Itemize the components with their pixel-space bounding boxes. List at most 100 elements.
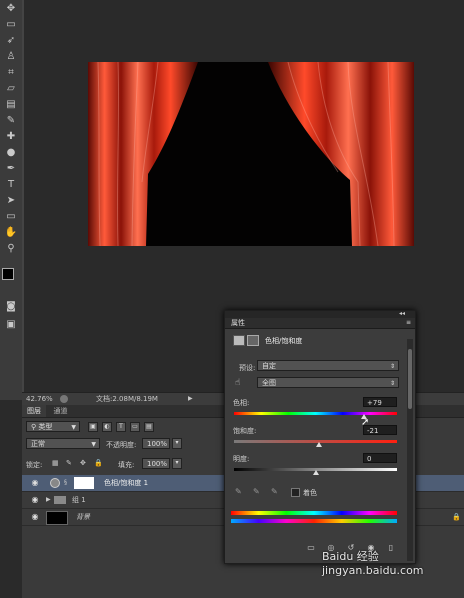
blend-mode-select[interactable]: 正常 ▼ (26, 438, 100, 449)
target-adjust-hand-icon[interactable]: ☝ (235, 378, 240, 388)
marquee-tool-icon[interactable]: ▭ (2, 18, 20, 31)
hand-tool-icon[interactable]: ✋ (2, 226, 20, 239)
opacity-input[interactable]: 100% (142, 438, 170, 449)
filter-pixel-icon[interactable]: ▣ (88, 422, 98, 432)
foreground-color-swatch[interactable] (2, 268, 14, 280)
fill-label: 填充: (118, 461, 135, 469)
crop-tool-icon[interactable]: ⌗ (2, 66, 20, 79)
folder-icon (54, 496, 66, 504)
lock-position-icon[interactable]: ✥ (80, 459, 86, 467)
lock-label: 锁定: (26, 461, 43, 469)
eyedropper-plus-icon[interactable]: ✎ (253, 487, 260, 496)
filter-smart-icon[interactable]: ▤ (144, 422, 154, 432)
opacity-value: 100% (147, 440, 168, 448)
clip-to-layer-icon[interactable]: ▭ (305, 543, 317, 553)
fill-value: 100% (147, 460, 168, 468)
eraser-tool-icon[interactable]: ▱ (2, 82, 20, 95)
ruler (22, 0, 24, 400)
kind-filter-label: 类型 (38, 423, 53, 431)
lock-paint-icon[interactable]: ✎ (66, 459, 72, 467)
panel-menu-icon[interactable]: ≡ (406, 318, 411, 328)
lightness-label: 明度: (233, 455, 250, 463)
saturation-input[interactable]: -21 (363, 425, 397, 435)
properties-title: 属性 (231, 319, 245, 327)
layer-mask-thumbnail[interactable] (74, 477, 94, 489)
colorize-label: 着色 (303, 489, 317, 497)
watermark: Baidu 经验 jingyan.baidu.com (322, 550, 424, 577)
visibility-eye-icon[interactable]: ◉ (30, 509, 40, 525)
output-spectrum-bar (231, 519, 397, 523)
lock-transparent-icon[interactable]: ▦ (52, 459, 59, 467)
dodge-tool-icon[interactable]: ● (2, 146, 20, 159)
tab-channels[interactable]: 通道 (49, 405, 73, 417)
chevron-updown-icon: ⇕ (389, 363, 395, 370)
saturation-label: 饱和度: (233, 427, 257, 435)
zoom-tool-icon[interactable]: ⚲ (2, 242, 20, 255)
eyedropper-icon[interactable]: ✎ (235, 487, 242, 496)
eyedropper-minus-icon[interactable]: ✎ (271, 487, 278, 496)
preset-value: 自定 (262, 362, 276, 370)
brush-tool-icon[interactable]: ✎ (2, 114, 20, 127)
filter-type-icon[interactable]: T (116, 422, 126, 432)
visibility-eye-icon[interactable]: ◉ (30, 475, 40, 491)
lock-all-icon[interactable]: 🔒 (94, 459, 103, 467)
hue-input[interactable]: +79 (363, 397, 397, 407)
hue-label: 色相: (233, 399, 250, 407)
heal-tool-icon[interactable]: ✚ (2, 130, 20, 143)
path-select-tool-icon[interactable]: ➤ (2, 194, 20, 207)
properties-header: 属性 ≡ (225, 318, 415, 329)
stamp-tool-icon[interactable]: ♙ (2, 50, 20, 63)
status-menu-arrow-icon[interactable]: ▶ (188, 393, 193, 405)
saturation-value: -21 (367, 427, 379, 435)
layer-name[interactable]: 色相/饱和度 1 (104, 475, 148, 491)
panel-topstrip: ◂◂ (225, 310, 415, 318)
layer-kind-filter[interactable]: ⚲ 类型 ▼ (26, 421, 80, 432)
visibility-eye-icon[interactable]: ◉ (30, 492, 40, 508)
fill-dropdown-icon[interactable]: ▾ (172, 458, 182, 469)
filter-shape-icon[interactable]: ▭ (130, 422, 140, 432)
properties-scrollbar[interactable] (407, 339, 413, 561)
scrollbar-thumb[interactable] (408, 349, 412, 409)
channel-select[interactable]: 全图 ⇕ (257, 377, 399, 388)
text-tool-icon[interactable]: T (2, 178, 20, 191)
chevron-updown-icon: ⇕ (389, 380, 395, 387)
opacity-dropdown-icon[interactable]: ▾ (172, 438, 182, 449)
preset-label: 预设: (239, 364, 256, 372)
layer-name[interactable]: 组 1 (72, 492, 86, 508)
fill-input[interactable]: 100% (142, 458, 170, 469)
document-canvas[interactable] (88, 62, 414, 246)
curtain-image (88, 62, 414, 246)
hue-value: +79 (367, 399, 382, 407)
lasso-tool-icon[interactable]: ➶ (2, 34, 20, 47)
tab-layers[interactable]: 图层 (22, 405, 46, 417)
shape-tool-icon[interactable]: ▭ (2, 210, 20, 223)
colorize-checkbox[interactable] (291, 488, 300, 497)
pen-tool-icon[interactable]: ✒ (2, 162, 20, 175)
zoom-icon (60, 395, 68, 403)
blend-mode-value: 正常 (31, 440, 45, 448)
lightness-slider-thumb[interactable] (312, 470, 319, 475)
properties-panel: ◂◂ 属性 ≡ 色相/饱和度 预设: 自定 ⇕ ☝ 全图 ⇕ 色相: +79 ➚ 饱… (224, 310, 416, 564)
layer-name[interactable]: 背景 (76, 509, 90, 525)
move-tool-icon[interactable]: ✥ (2, 2, 20, 15)
lock-icon: 🔒 (452, 513, 461, 521)
chevron-down-icon: ▼ (91, 441, 96, 448)
adjustment-icon[interactable] (233, 335, 245, 346)
chevron-down-icon: ▼ (71, 424, 76, 431)
preset-select[interactable]: 自定 ⇕ (257, 360, 399, 371)
mask-icon[interactable] (247, 335, 259, 346)
lightness-input[interactable]: 0 (363, 453, 397, 463)
adjustment-title: 色相/饱和度 (265, 337, 303, 345)
zoom-level[interactable]: 42.76% (26, 393, 53, 405)
filter-adjust-icon[interactable]: ◐ (102, 422, 112, 432)
hue-slider-track[interactable] (234, 412, 397, 415)
collapse-icon[interactable]: ◂◂ (399, 310, 405, 317)
gradient-tool-icon[interactable]: ▤ (2, 98, 20, 111)
expand-arrow-icon[interactable]: ▶ (46, 492, 51, 508)
quick-mask-icon[interactable]: ◙ (2, 300, 20, 313)
screen-mode-icon[interactable]: ▣ (2, 318, 20, 331)
input-spectrum-bar (231, 511, 397, 515)
doc-size: 文档:2.08M/8.19M (96, 395, 158, 403)
saturation-slider-thumb[interactable] (315, 442, 322, 447)
layer-thumbnail (46, 511, 68, 525)
